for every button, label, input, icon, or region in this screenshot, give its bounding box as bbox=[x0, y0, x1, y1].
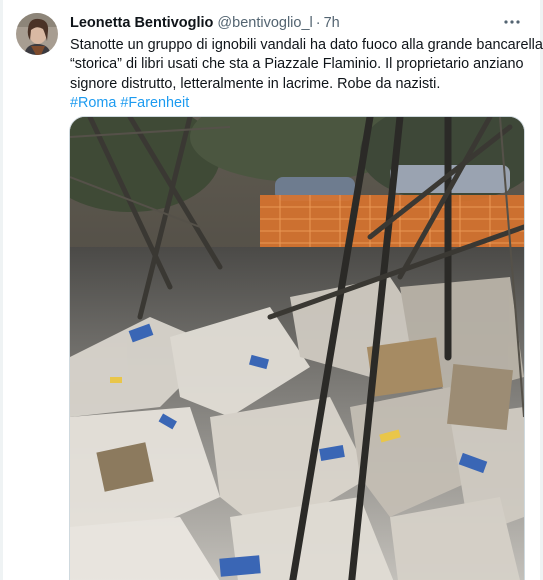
hashtag-roma[interactable]: #Roma bbox=[70, 95, 116, 111]
author-handle[interactable]: @bentivoglio_l bbox=[217, 15, 312, 31]
header-separator: · bbox=[315, 15, 321, 31]
tweet-text-line: signore distrutto, letteralmente in lacr… bbox=[70, 75, 441, 92]
tweet-photo[interactable] bbox=[69, 116, 525, 580]
burned-bookstall-photo bbox=[70, 117, 524, 580]
tweet-timestamp[interactable]: 7h bbox=[324, 15, 340, 31]
ellipsis-icon bbox=[504, 20, 520, 24]
hashtag-farenheit[interactable]: #Farenheit bbox=[120, 95, 189, 111]
timeline-border-left bbox=[0, 0, 3, 580]
author-display-name[interactable]: Leonetta Bentivoglio bbox=[70, 15, 213, 31]
avatar[interactable] bbox=[16, 13, 58, 55]
tweet-text-line: Stanotte un gruppo di ignobili vandali h… bbox=[70, 37, 543, 53]
more-options-button[interactable] bbox=[501, 12, 523, 32]
profile-photo-icon bbox=[16, 13, 58, 55]
tweet-card: Leonetta Bentivoglio @bentivoglio_l · 7h… bbox=[0, 0, 543, 580]
tweet-header: Leonetta Bentivoglio @bentivoglio_l · 7h bbox=[70, 13, 483, 33]
hashtag-row: #Roma #Farenheit bbox=[70, 94, 530, 113]
tweet-text-line: “storica” di libri usati che sta a Piazz… bbox=[70, 56, 524, 73]
tweet-text: Stanotte un gruppo di ignobili vandali h… bbox=[70, 36, 543, 113]
